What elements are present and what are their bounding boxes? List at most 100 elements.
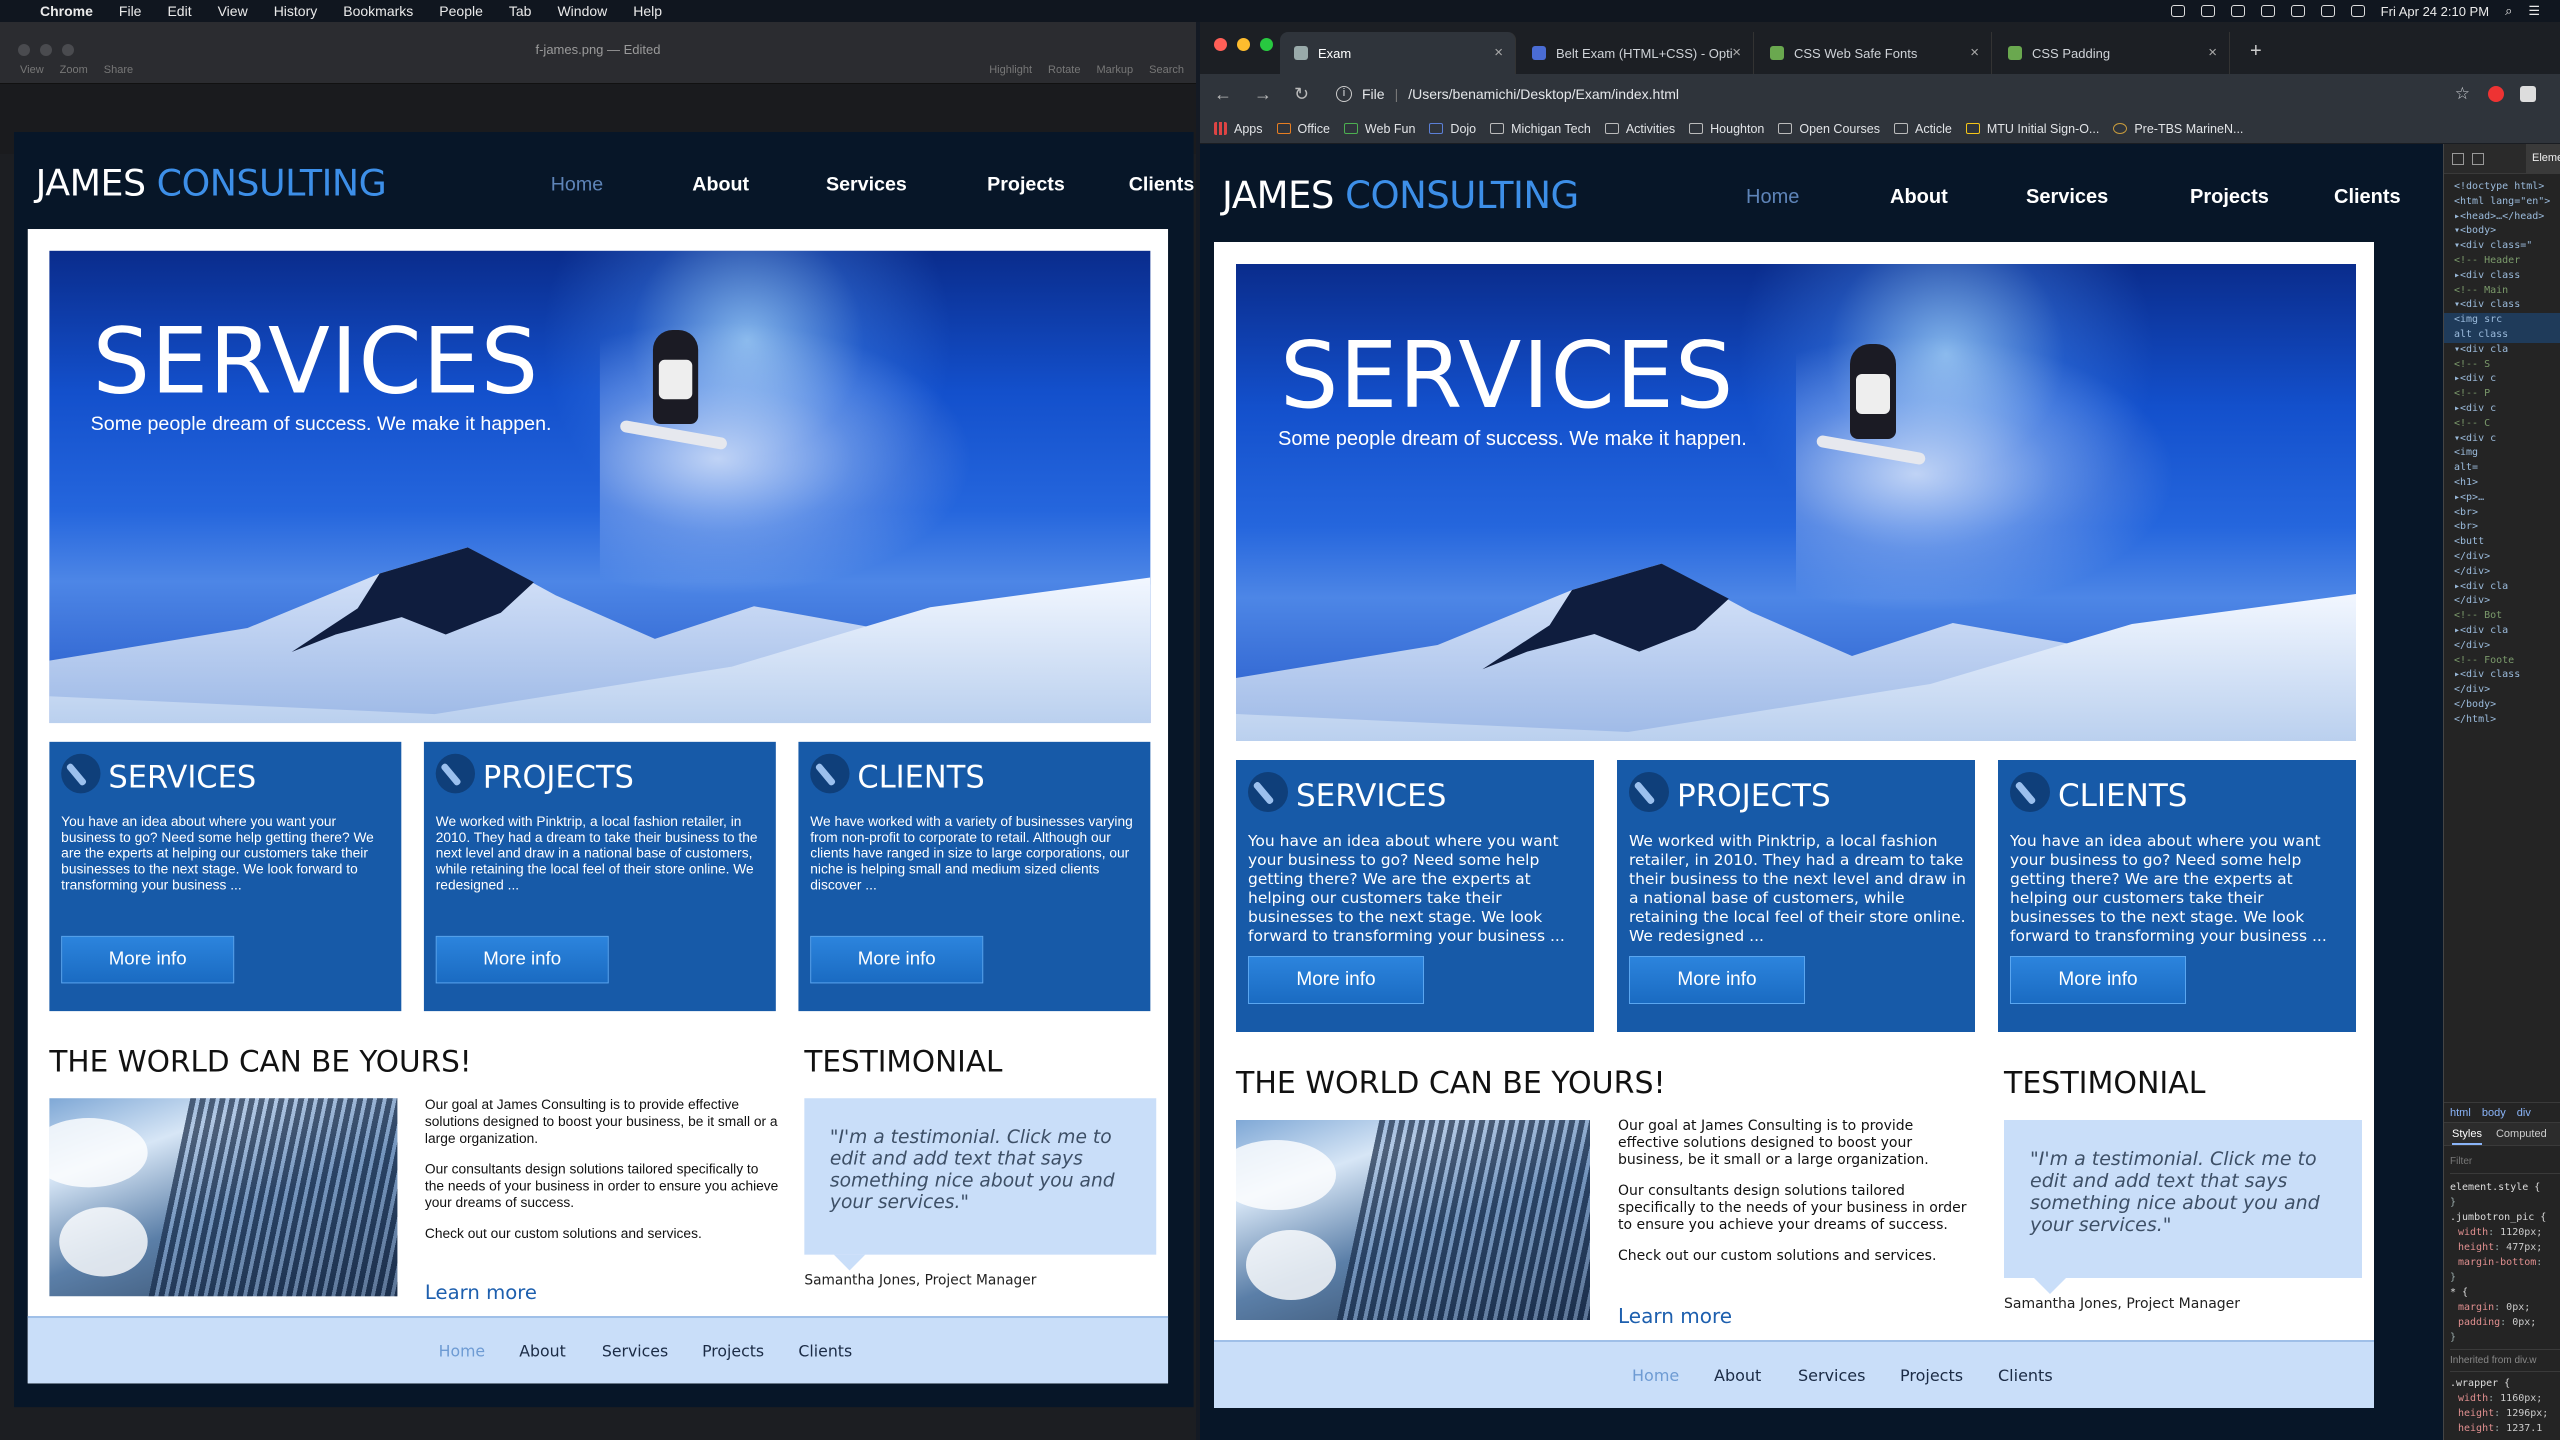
- zoom-tool[interactable]: Zoom: [60, 64, 88, 76]
- nav-about[interactable]: About: [692, 174, 749, 197]
- dom-node[interactable]: ▸<head>…</head>: [2454, 210, 2560, 225]
- learn-more-link[interactable]: Learn more: [425, 1280, 537, 1304]
- markup-tool[interactable]: Markup: [1096, 64, 1133, 76]
- dom-node[interactable]: <br>: [2454, 506, 2560, 521]
- rule-selector[interactable]: * {: [2450, 1285, 2560, 1300]
- rule-declaration[interactable]: height: 477px;: [2450, 1240, 2560, 1255]
- nav-projects[interactable]: Projects: [2190, 186, 2269, 209]
- back-icon[interactable]: ←: [1214, 84, 1240, 105]
- close-tab-icon[interactable]: ×: [2208, 44, 2217, 61]
- view-tool[interactable]: View: [20, 64, 44, 76]
- bookmark-mtu-sign-on[interactable]: MTU Initial Sign-O...: [1965, 122, 2099, 136]
- nav-clients[interactable]: Clients: [2334, 186, 2401, 209]
- tab-exam[interactable]: Exam ×: [1280, 32, 1516, 74]
- dom-node[interactable]: ▾<div class=": [2454, 239, 2560, 254]
- more-info-button[interactable]: More info: [810, 935, 984, 984]
- footer-home[interactable]: Home: [1632, 1366, 1679, 1385]
- dom-node[interactable]: <!-- C: [2454, 417, 2560, 432]
- computed-tab[interactable]: Computed: [2496, 1128, 2547, 1145]
- dom-node[interactable]: <html lang="en">: [2454, 195, 2560, 210]
- footer-projects[interactable]: Projects: [702, 1342, 764, 1361]
- spotlight-icon[interactable]: ⌕: [2505, 3, 2512, 19]
- footer-services[interactable]: Services: [602, 1342, 668, 1361]
- rule-declaration[interactable]: height: 1296px;: [2450, 1406, 2560, 1421]
- url-text[interactable]: /Users/benamichi/Desktop/Exam/index.html: [1408, 86, 1679, 102]
- more-info-button[interactable]: More info: [1629, 956, 1805, 1004]
- footer-about[interactable]: About: [1714, 1366, 1761, 1385]
- nav-home[interactable]: Home: [1746, 186, 1799, 209]
- dom-node[interactable]: ▸<div c: [2454, 402, 2560, 417]
- inspect-icon[interactable]: [2452, 153, 2464, 165]
- close-tab-icon[interactable]: ×: [1732, 44, 1741, 61]
- dom-node[interactable]: </div>: [2454, 565, 2560, 580]
- nav-about[interactable]: About: [1890, 186, 1948, 209]
- dom-node[interactable]: ▾<div class: [2454, 298, 2560, 313]
- forward-icon[interactable]: →: [1254, 84, 1280, 105]
- tab-belt-exam[interactable]: Belt Exam (HTML+CSS) - Opti ×: [1518, 32, 1754, 74]
- extension-shield-icon[interactable]: [2520, 86, 2536, 102]
- device-toggle-icon[interactable]: [2472, 153, 2484, 165]
- bluetooth-icon[interactable]: [2290, 5, 2305, 17]
- close-tab-icon[interactable]: ×: [1970, 44, 1979, 61]
- site-logo[interactable]: JAMES CONSULTING: [36, 162, 387, 205]
- dom-node[interactable]: </div>: [2454, 594, 2560, 609]
- more-info-button[interactable]: More info: [435, 935, 609, 984]
- dom-node[interactable]: <!-- Main: [2454, 284, 2560, 299]
- elements-tab[interactable]: Elemen: [2526, 144, 2560, 174]
- footer-about[interactable]: About: [519, 1342, 566, 1361]
- dom-node[interactable]: ▾<body>: [2454, 224, 2560, 239]
- dom-tree[interactable]: <!doctype html> <html lang="en"> ▸<head>…<…: [2444, 174, 2560, 727]
- menu-file[interactable]: File: [119, 3, 142, 19]
- nav-projects[interactable]: Projects: [987, 174, 1065, 197]
- dom-node[interactable]: <img: [2454, 446, 2560, 461]
- menu-view[interactable]: View: [218, 3, 248, 19]
- time-machine-icon[interactable]: [2260, 5, 2275, 17]
- dom-node[interactable]: ▸<div cla: [2454, 624, 2560, 639]
- crumb-body[interactable]: body: [2482, 1107, 2506, 1119]
- dom-node[interactable]: <br>: [2454, 520, 2560, 535]
- screen-icon[interactable]: [2200, 5, 2215, 17]
- menu-app-name[interactable]: Chrome: [40, 3, 93, 19]
- bookmark-apps[interactable]: Apps: [1214, 122, 1263, 136]
- dom-node[interactable]: <butt: [2454, 535, 2560, 550]
- rule-selector[interactable]: element.style {: [2450, 1180, 2560, 1195]
- dom-node[interactable]: alt=: [2454, 461, 2560, 476]
- nav-home[interactable]: Home: [551, 174, 603, 197]
- dropbox-icon[interactable]: [2170, 5, 2185, 17]
- nav-clients[interactable]: Clients: [1129, 174, 1194, 197]
- close-button[interactable]: [1214, 38, 1227, 51]
- rule-declaration[interactable]: margin-bottom:: [2450, 1255, 2560, 1270]
- more-info-button[interactable]: More info: [61, 935, 235, 984]
- more-info-button[interactable]: More info: [1248, 956, 1424, 1004]
- dom-node[interactable]: <!-- Foote: [2454, 654, 2560, 669]
- more-info-button[interactable]: More info: [2010, 956, 2186, 1004]
- bookmark-michigan-tech[interactable]: Michigan Tech: [1490, 122, 1591, 136]
- menu-history[interactable]: History: [274, 3, 318, 19]
- extension-icon[interactable]: [2488, 86, 2504, 102]
- menu-bookmarks[interactable]: Bookmarks: [343, 3, 413, 19]
- rule-declaration[interactable]: margin: 0px;: [2450, 1300, 2560, 1315]
- dom-node[interactable]: </div>: [2454, 639, 2560, 654]
- footer-clients[interactable]: Clients: [1998, 1366, 2053, 1385]
- dom-node[interactable]: </body>: [2454, 698, 2560, 713]
- rotate-tool[interactable]: Rotate: [1048, 64, 1080, 76]
- footer-home[interactable]: Home: [439, 1342, 485, 1361]
- airplay-icon[interactable]: [2230, 5, 2245, 17]
- dom-breadcrumb[interactable]: html body div: [2444, 1102, 2560, 1122]
- search-tool[interactable]: Search: [1149, 64, 1184, 76]
- dom-node[interactable]: <h1>: [2454, 476, 2560, 491]
- dom-node[interactable]: ▾<div cla: [2454, 343, 2560, 358]
- learn-more-link[interactable]: Learn more: [1618, 1304, 1732, 1328]
- styles-tab[interactable]: Styles: [2452, 1128, 2482, 1145]
- bookmark-pre-tbs[interactable]: Pre-TBS MarineN...: [2113, 122, 2243, 136]
- dom-node[interactable]: ▸<div class: [2454, 668, 2560, 683]
- dom-node[interactable]: <!-- P: [2454, 387, 2560, 402]
- bookmark-open-courses[interactable]: Open Courses: [1778, 122, 1880, 136]
- dom-node[interactable]: ▾<div c: [2454, 432, 2560, 447]
- highlight-tool[interactable]: Highlight: [989, 64, 1032, 76]
- rule-selector[interactable]: .wrapper {: [2450, 1376, 2560, 1391]
- nav-services[interactable]: Services: [2026, 186, 2108, 209]
- crumb-div[interactable]: div: [2517, 1107, 2531, 1119]
- dom-node[interactable]: </div>: [2454, 683, 2560, 698]
- menu-edit[interactable]: Edit: [167, 3, 191, 19]
